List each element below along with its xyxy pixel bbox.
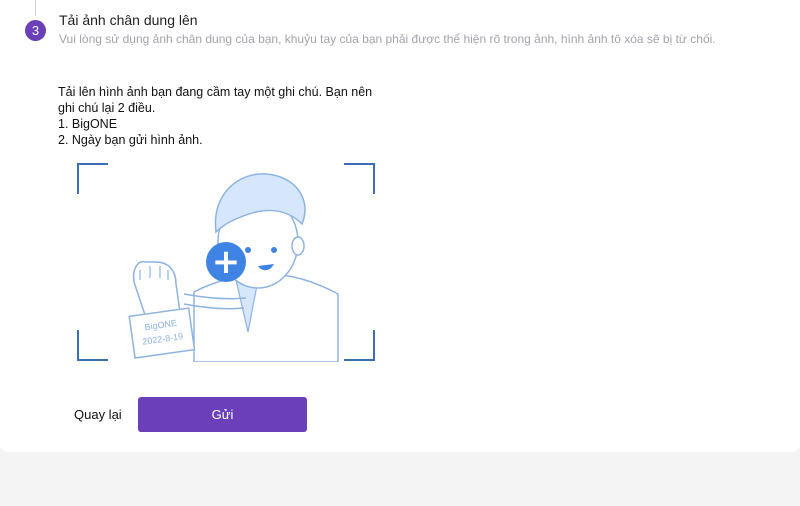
- step-title: Tải ảnh chân dung lên: [59, 12, 198, 28]
- upload-card: 3 Tải ảnh chân dung lên Vui lòng sử dụng…: [0, 0, 800, 452]
- photo-upload-area[interactable]: BigONE 2022-8-19 +: [76, 162, 376, 362]
- submit-button[interactable]: Gửi: [138, 397, 307, 432]
- instruction-line: Tải lên hình ảnh bạn đang cầm tay một gh…: [58, 85, 373, 99]
- back-button[interactable]: Quay lại: [74, 407, 122, 422]
- note-card: BigONE 2022-8-19: [128, 307, 196, 359]
- upload-instructions: Tải lên hình ảnh bạn đang cầm tay một gh…: [58, 84, 372, 148]
- instruction-line: 1. BigONE: [58, 117, 118, 131]
- step-connector: [35, 0, 36, 16]
- frame-corner-top-right: [344, 163, 375, 194]
- step-number-badge: 3: [25, 20, 46, 41]
- instruction-line: 2. Ngày bạn gửi hình ảnh.: [58, 133, 203, 147]
- plus-icon[interactable]: +: [206, 242, 246, 282]
- step-description: Vui lòng sử dụng ảnh chân dung của bạn, …: [59, 32, 716, 46]
- instruction-line: ghi chú lại 2 điều.: [58, 101, 156, 115]
- frame-corner-bottom-right: [344, 330, 375, 361]
- frame-corner-bottom-left: [77, 330, 108, 361]
- frame-corner-top-left: [77, 163, 108, 194]
